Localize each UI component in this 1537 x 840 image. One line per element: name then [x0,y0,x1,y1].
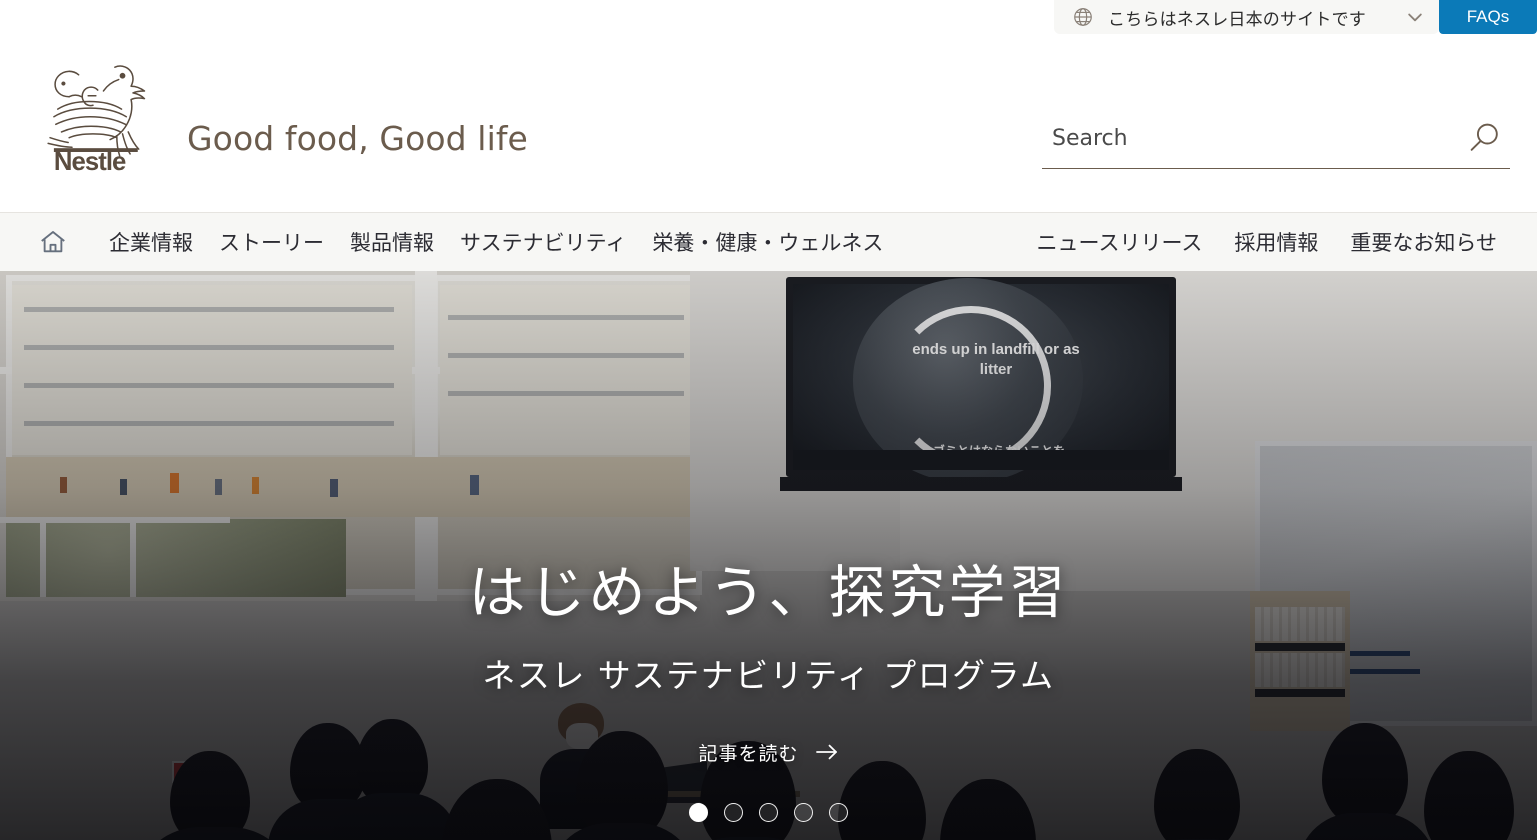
nav-item-sustainability[interactable]: サステナビリティ [447,227,639,257]
nestle-nest-logo-icon: Nestle [40,50,165,172]
search-icon[interactable] [1466,120,1510,156]
carousel-dot-2[interactable] [724,803,743,822]
nav-item-news-release[interactable]: ニュースリリース [1021,227,1219,257]
carousel-dot-4[interactable] [794,803,813,822]
svg-text:Nestle: Nestle [54,148,126,172]
hero-content: はじめよう、探究学習 ネスレ サステナビリティ プログラム 記事を読む [0,560,1537,766]
carousel-dot-5[interactable] [829,803,848,822]
faqs-button[interactable]: FAQs [1439,0,1537,34]
arrow-right-icon [815,742,839,762]
nav-item-nutrition-health-wellness[interactable]: 栄養・健康・ウェルネス [639,227,896,257]
nav-home-link[interactable] [38,227,96,257]
site-header: Nestle Good food, Good life [0,34,1537,212]
nav-left-group: 企業情報 ストーリー 製品情報 サステナビリティ 栄養・健康・ウェルネス [0,227,896,257]
hero-read-article-link[interactable]: 記事を読む [698,739,838,766]
home-icon [38,227,68,257]
nav-item-careers[interactable]: 採用情報 [1218,227,1334,257]
nav-item-products[interactable]: 製品情報 [337,227,447,257]
brand-tagline: Good food, Good life [187,119,528,158]
nav-right-group: ニュースリリース 採用情報 重要なお知らせ [1021,227,1537,257]
search-container [1042,120,1510,169]
nav-item-important-notices[interactable]: 重要なお知らせ [1334,227,1497,257]
main-navigation: 企業情報 ストーリー 製品情報 サステナビリティ 栄養・健康・ウェルネス ニュー… [0,212,1537,271]
hero-cta-label: 記事を読む [698,742,799,765]
globe-icon [1072,6,1094,28]
nav-item-story[interactable]: ストーリー [206,227,337,257]
chevron-down-icon[interactable] [1383,7,1425,27]
utility-bar: こちらはネスレ日本のサイトです FAQs [0,0,1537,34]
page-root: こちらはネスレ日本のサイトです FAQs Nestle Good food, G… [0,0,1537,840]
nestle-logo-link[interactable]: Nestle Good food, Good life [40,50,528,172]
hero-carousel: ends up in landfill or as litter ゴミとはならな… [0,271,1537,840]
carousel-dots [0,803,1537,822]
language-notice-card[interactable]: こちらはネスレ日本のサイトです [1054,0,1439,34]
search-row [1042,120,1510,169]
language-notice-left: こちらはネスレ日本のサイトです [1072,5,1366,30]
language-notice-text: こちらはネスレ日本のサイトです [1108,9,1366,30]
carousel-dot-1[interactable] [689,803,708,822]
hero-title: はじめよう、探究学習 [468,560,1069,626]
carousel-dot-3[interactable] [759,803,778,822]
search-input[interactable] [1042,125,1422,151]
nav-item-company[interactable]: 企業情報 [96,227,206,257]
hero-subtitle: ネスレ サステナビリティ プログラム [482,655,1055,695]
